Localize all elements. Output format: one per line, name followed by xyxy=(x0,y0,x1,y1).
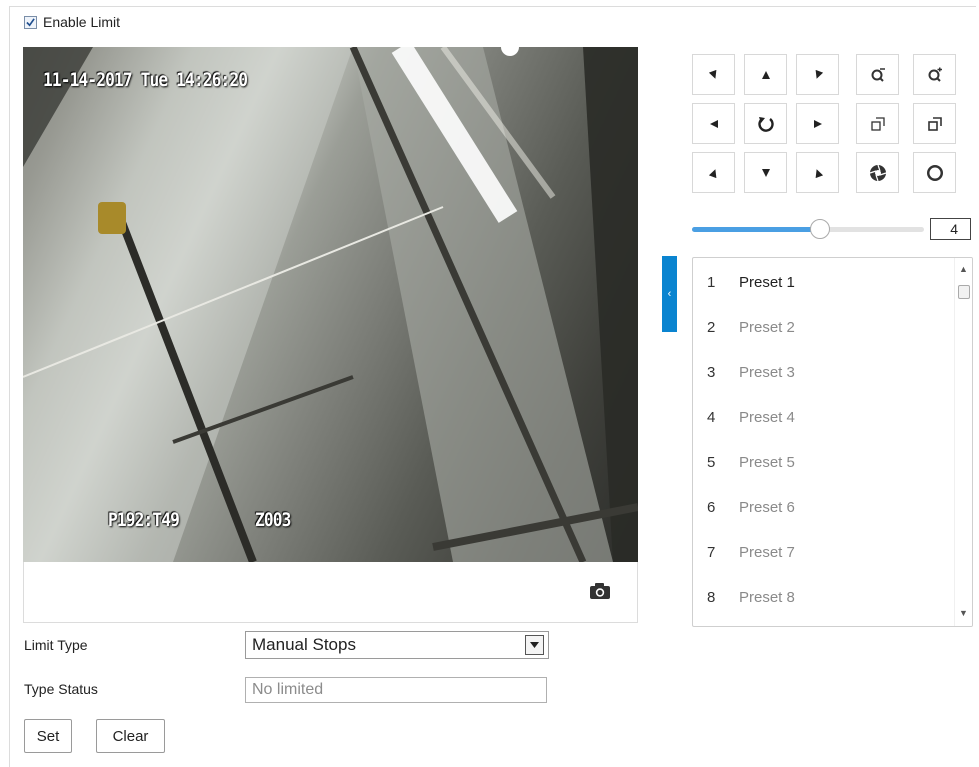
preset-name: Preset 3 xyxy=(739,363,795,381)
preset-item[interactable]: 4 Preset 4 xyxy=(693,395,943,439)
preset-list: ▲ ▼ 1 Preset 1 2 Preset 2 3 Preset 3 4 Preset 4… xyxy=(692,257,973,627)
chevron-left-icon: ‹ xyxy=(667,288,672,300)
type-status-label: Type Status xyxy=(24,681,98,697)
tilt-down-button[interactable] xyxy=(744,152,787,193)
ptz-speed-slider[interactable] xyxy=(692,219,924,239)
video-scene xyxy=(23,47,638,562)
preset-name: Preset 2 xyxy=(739,318,795,336)
enable-limit-checkbox[interactable] xyxy=(24,15,37,29)
arrow-left-icon xyxy=(709,119,718,128)
preset-item[interactable]: 2 Preset 2 xyxy=(693,305,943,349)
preset-number: 3 xyxy=(707,363,716,381)
pan-down-left-button[interactable] xyxy=(692,152,735,193)
limit-type-value: Manual Stops xyxy=(252,635,356,654)
arrow-down-right-icon xyxy=(708,69,716,79)
arrow-up-right-icon xyxy=(708,168,716,178)
iris-open-icon xyxy=(926,164,943,181)
preset-scrollbar[interactable]: ▲ ▼ xyxy=(954,258,972,626)
scroll-down-icon[interactable]: ▼ xyxy=(959,608,968,618)
preset-item[interactable]: 5 Preset 5 xyxy=(693,440,943,484)
preset-name: Preset 6 xyxy=(739,498,795,516)
focus-far-button[interactable] xyxy=(913,103,956,144)
clear-button[interactable]: Clear xyxy=(96,719,165,753)
slider-thumb[interactable] xyxy=(810,219,830,239)
video-timestamp: 11-14-2017 Tue 14:26:20 xyxy=(43,69,248,91)
slider-fill xyxy=(692,227,820,232)
arrow-right-icon xyxy=(813,119,822,128)
focus-near-icon xyxy=(870,116,885,131)
preset-number: 6 xyxy=(707,498,716,516)
limit-type-select[interactable]: Manual Stops xyxy=(245,631,549,659)
focus-far-icon xyxy=(927,116,942,131)
enable-limit-row[interactable]: Enable Limit xyxy=(24,14,120,30)
pan-left-button[interactable] xyxy=(692,103,735,144)
iris-close-button[interactable] xyxy=(856,152,899,193)
iris-close-icon xyxy=(869,164,886,181)
focus-near-button[interactable] xyxy=(856,103,899,144)
video-ptz-position: P192:T49 xyxy=(108,509,180,531)
rotate-icon xyxy=(757,116,774,132)
preset-item[interactable]: 8 Preset 8 xyxy=(693,575,943,619)
speed-value: 4 xyxy=(930,218,971,240)
video-toolbar xyxy=(23,562,638,623)
pan-right-button[interactable] xyxy=(796,103,839,144)
limit-type-label: Limit Type xyxy=(24,637,88,653)
arrow-up-left-icon xyxy=(815,168,823,178)
checkmark-icon xyxy=(26,17,35,26)
preset-number: 1 xyxy=(707,273,716,291)
tilt-up-button[interactable] xyxy=(744,54,787,95)
preset-number: 5 xyxy=(707,453,716,471)
preset-item[interactable]: 7 Preset 7 xyxy=(693,530,943,574)
preset-item[interactable]: 3 Preset 3 xyxy=(693,350,943,394)
enable-limit-label: Enable Limit xyxy=(43,14,121,30)
scroll-up-icon[interactable]: ▲ xyxy=(959,264,968,274)
video-zoom-value: Z003 xyxy=(255,509,291,531)
zoom-out-icon xyxy=(871,67,885,82)
pan-up-right-button[interactable] xyxy=(796,54,839,95)
iris-open-button[interactable] xyxy=(913,152,956,193)
preset-number: 4 xyxy=(707,408,716,426)
type-status-field: No limited xyxy=(245,677,547,703)
collapse-panel-tab[interactable]: ‹ xyxy=(662,256,677,332)
zoom-out-button[interactable] xyxy=(856,54,899,95)
preset-name: Preset 8 xyxy=(739,588,795,606)
capture-camera-icon[interactable] xyxy=(589,582,611,600)
preset-item[interactable]: 1 Preset 1 xyxy=(693,260,943,304)
arrow-up-icon xyxy=(761,70,770,79)
preset-number: 8 xyxy=(707,588,716,606)
preset-name: Preset 1 xyxy=(739,273,795,291)
preset-number: 2 xyxy=(707,318,716,336)
scroll-thumb[interactable] xyxy=(958,285,970,299)
set-button[interactable]: Set xyxy=(24,719,72,753)
pan-up-left-button[interactable] xyxy=(692,54,735,95)
zoom-in-icon xyxy=(928,67,942,82)
dropdown-arrow-icon[interactable] xyxy=(525,635,544,655)
auto-pan-button[interactable] xyxy=(744,103,787,144)
preset-item[interactable]: 6 Preset 6 xyxy=(693,485,943,529)
arrow-down-left-icon xyxy=(815,69,823,79)
preset-number: 7 xyxy=(707,543,716,561)
preset-name: Preset 5 xyxy=(739,453,795,471)
preset-name: Preset 4 xyxy=(739,408,795,426)
live-video: 11-14-2017 Tue 14:26:20 P192:T49 Z003 xyxy=(23,47,638,562)
pan-down-right-button[interactable] xyxy=(796,152,839,193)
preset-name: Preset 7 xyxy=(739,543,795,561)
zoom-in-button[interactable] xyxy=(913,54,956,95)
arrow-down-icon xyxy=(761,168,770,177)
